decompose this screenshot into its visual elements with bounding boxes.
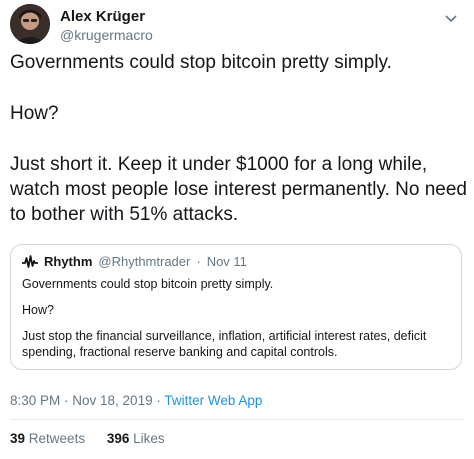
quoted-author-handle[interactable]: @Rhythmtrader [98, 254, 190, 270]
quoted-paragraph: Governments could stop bitcoin pretty si… [22, 277, 274, 291]
likes-stat[interactable]: 396 Likes [107, 431, 165, 446]
quoted-paragraph: Just stop the financial surveillance, in… [22, 329, 427, 359]
author-handle[interactable]: @krugermacro [60, 26, 153, 44]
engagement-stats: 39 Retweets 396 Likes [10, 431, 183, 447]
quoted-tweet-date[interactable]: Nov 11 [207, 254, 247, 270]
tweet-paragraph: Just short it. Keep it under $1000 for a… [10, 154, 467, 225]
tweet: Alex Krüger @krugermacro Governments cou… [0, 0, 474, 459]
quoted-paragraph: How? [22, 303, 54, 317]
waveform-icon [22, 255, 38, 268]
likes-label: Likes [133, 431, 165, 446]
quoted-tweet-header: Rhythm @Rhythmtrader · Nov 11 [22, 254, 247, 270]
divider [10, 419, 464, 420]
tweet-metadata: 8:30 PM · Nov 18, 2019 · Twitter Web App [10, 393, 262, 409]
author-name[interactable]: Alex Krüger [60, 8, 153, 26]
tweet-paragraph: Governments could stop bitcoin pretty si… [10, 52, 392, 73]
more-options-button[interactable] [442, 10, 460, 28]
tweet-timestamp[interactable]: 8:30 PM · Nov 18, 2019 · [10, 393, 161, 408]
tweet-text: Governments could stop bitcoin pretty si… [10, 50, 468, 227]
tweet-source-link[interactable]: Twitter Web App [164, 393, 262, 408]
chevron-down-icon [445, 15, 457, 23]
retweets-label: Retweets [28, 431, 86, 446]
retweets-count: 39 [10, 431, 26, 446]
author-block: Alex Krüger @krugermacro [60, 8, 153, 44]
quoted-tweet-text: Governments could stop bitcoin pretty si… [22, 276, 450, 370]
tweet-paragraph: How? [10, 103, 59, 124]
retweets-stat[interactable]: 39 Retweets [10, 431, 85, 446]
quoted-author-name[interactable]: Rhythm [44, 254, 92, 270]
quoted-tweet-card[interactable]: Rhythm @Rhythmtrader · Nov 11 Government… [10, 244, 462, 370]
avatar[interactable] [10, 4, 50, 44]
separator-dot: · [196, 254, 201, 269]
likes-count: 396 [106, 431, 130, 446]
